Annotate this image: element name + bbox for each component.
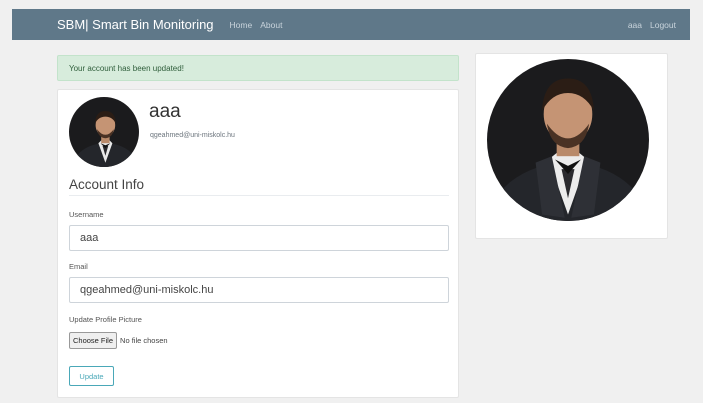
account-card: aaa qgeahmed@uni-miskolc.hu Account Info… bbox=[57, 89, 459, 398]
navbar: SBM| Smart Bin Monitoring Home About aaa… bbox=[12, 9, 690, 40]
nav-right: aaa Logout bbox=[620, 20, 676, 30]
email-input-value: qgeahmed@uni-miskolc.hu bbox=[80, 284, 214, 296]
username-input[interactable]: aaa bbox=[69, 225, 449, 251]
email-label: Email bbox=[69, 262, 88, 271]
nav-home-link[interactable]: Home bbox=[230, 20, 253, 30]
account-info-legend: Account Info bbox=[69, 177, 449, 196]
profile-picture-card bbox=[475, 53, 668, 239]
file-status: No file chosen bbox=[120, 336, 168, 345]
brand-link[interactable]: SBM| Smart Bin Monitoring bbox=[57, 17, 214, 32]
email-input[interactable]: qgeahmed@uni-miskolc.hu bbox=[69, 277, 449, 303]
profile-photo-icon bbox=[69, 97, 139, 167]
file-picker: Choose File No file chosen bbox=[69, 332, 168, 349]
success-alert: Your account has been updated! bbox=[57, 55, 459, 81]
picture-label: Update Profile Picture bbox=[69, 315, 142, 324]
username-input-value: aaa bbox=[80, 232, 99, 244]
update-button[interactable]: Update bbox=[69, 366, 114, 386]
profile-photo-large-icon bbox=[487, 59, 649, 221]
nav-user-link[interactable]: aaa bbox=[628, 20, 642, 30]
username-label: Username bbox=[69, 210, 104, 219]
profile-username: aaa bbox=[149, 101, 181, 122]
nav-about-link[interactable]: About bbox=[260, 20, 282, 30]
nav-logout-link[interactable]: Logout bbox=[650, 20, 676, 30]
choose-file-button[interactable]: Choose File bbox=[69, 332, 118, 349]
profile-email: qgeahmed@uni-miskolc.hu bbox=[150, 132, 235, 139]
